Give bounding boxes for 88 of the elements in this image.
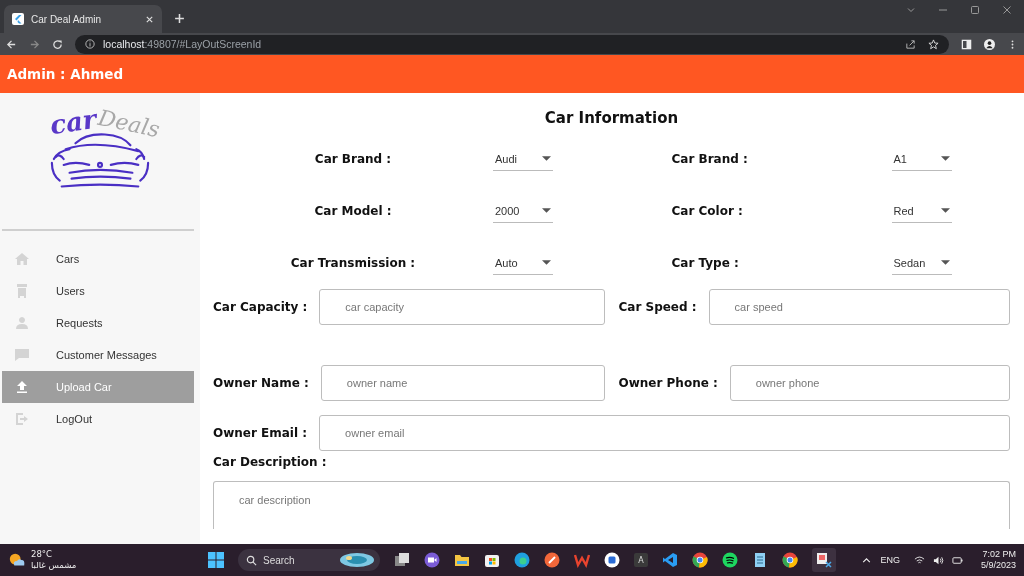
input-field[interactable]: owner email xyxy=(319,415,1010,451)
new-tab-icon[interactable] xyxy=(174,13,185,24)
input-field[interactable]: car description xyxy=(213,481,1010,529)
sidebar-icon[interactable] xyxy=(961,38,972,50)
battery-icon[interactable] xyxy=(951,554,963,566)
forward-icon[interactable] xyxy=(29,38,40,50)
dropdown[interactable]: Auto xyxy=(493,251,553,275)
search-field[interactable]: Search xyxy=(238,549,380,571)
app-title: Admin : Ahmed xyxy=(7,66,124,82)
island-drawing xyxy=(338,552,376,568)
clock-time: 7:02 PM xyxy=(982,549,1016,560)
music-icon[interactable] xyxy=(722,552,738,568)
store-icon[interactable] xyxy=(484,552,500,568)
form-title: Car Information xyxy=(543,109,680,129)
dropdown[interactable]: A1 xyxy=(891,147,952,171)
search-icon xyxy=(246,554,257,566)
input-field[interactable]: owner phone xyxy=(729,365,1010,401)
input-field[interactable]: car speed xyxy=(708,289,1010,325)
sidebar-item[interactable]: Customer Messages xyxy=(2,339,194,371)
browser-icon[interactable] xyxy=(514,552,530,568)
field-label: Car Transmission : xyxy=(289,256,417,270)
language-indicator[interactable]: ENG xyxy=(880,555,900,565)
code-editor-icon[interactable] xyxy=(662,552,678,568)
field-label: Car Type : xyxy=(670,256,740,270)
browser-tab[interactable]: Car Deal Admin xyxy=(4,5,162,33)
pen-icon[interactable] xyxy=(544,552,560,568)
logo-word: Deals xyxy=(96,104,163,143)
field-label: Owner Name : xyxy=(213,376,309,390)
temperature: 28°C xyxy=(31,549,53,560)
logout-icon xyxy=(14,411,30,427)
input-field[interactable]: owner name xyxy=(320,365,605,401)
field-label: Car Speed : xyxy=(618,300,697,314)
snipping-tool-icon[interactable] xyxy=(812,548,836,572)
home-icon xyxy=(14,251,30,267)
app-icon[interactable]: A xyxy=(634,553,648,567)
flutter-icon xyxy=(12,13,24,25)
task-view-icon[interactable] xyxy=(394,552,410,568)
close-icon[interactable] xyxy=(1002,5,1012,15)
dropdown[interactable]: 2000 xyxy=(493,199,553,223)
weather-text: مشمس غالبا xyxy=(31,560,77,571)
sidebar-item[interactable]: Users xyxy=(2,275,194,307)
input-field[interactable]: car capacity xyxy=(319,289,605,325)
maximize-icon[interactable] xyxy=(970,5,980,15)
upload-icon xyxy=(14,379,30,395)
caret-icon xyxy=(542,260,551,265)
wifi-icon[interactable] xyxy=(913,554,925,566)
share-icon[interactable] xyxy=(905,38,916,50)
sidebar-item[interactable]: Cars xyxy=(2,243,194,275)
field-label: Car Brand : xyxy=(313,152,393,166)
sidebar-item[interactable]: LogOut xyxy=(2,403,194,435)
video-call-icon[interactable] xyxy=(424,552,440,568)
back-icon[interactable] xyxy=(6,38,17,50)
field-label: Car Capacity : xyxy=(213,300,308,314)
dropdown[interactable]: Red xyxy=(891,199,952,223)
caret-icon xyxy=(542,208,551,213)
chat-icon xyxy=(14,347,30,363)
field-label: Car Description : xyxy=(213,455,328,469)
chrome-icon[interactable] xyxy=(782,552,798,568)
profile-icon[interactable] xyxy=(984,38,995,50)
start-icon[interactable] xyxy=(208,552,224,568)
app-icon[interactable] xyxy=(604,552,620,568)
caret-icon xyxy=(940,260,950,265)
reload-icon[interactable] xyxy=(52,38,63,50)
field-label: Car Brand : xyxy=(670,152,749,166)
clipboard-icon xyxy=(14,283,30,299)
field-label: Car Model : xyxy=(313,204,393,218)
office-icon[interactable] xyxy=(574,552,590,568)
tab-title: Car Deal Admin xyxy=(31,13,103,25)
field-label: Owner Phone : xyxy=(618,376,718,390)
caret-icon xyxy=(542,156,551,161)
field-label: Owner Email : xyxy=(213,426,308,440)
sidebar-item[interactable]: Requests xyxy=(2,307,194,339)
clock-date: 5/9/2023 xyxy=(980,560,1016,571)
notepad-icon[interactable] xyxy=(752,552,768,568)
caret-icon xyxy=(940,156,950,161)
speaker-icon[interactable] xyxy=(932,554,944,566)
field-label: Car Color : xyxy=(670,204,744,218)
url-text: localhost:49807/#LayOutScreenId xyxy=(103,38,262,50)
folder-icon[interactable] xyxy=(454,552,470,568)
star-icon[interactable] xyxy=(928,38,939,50)
dropdown[interactable]: Audi xyxy=(493,147,553,171)
person-icon xyxy=(14,315,30,331)
address-bar[interactable]: localhost:49807/#LayOutScreenId xyxy=(75,34,949,54)
logo-word: car xyxy=(47,103,98,141)
chrome-icon[interactable] xyxy=(692,552,708,568)
dropdown[interactable]: Sedan xyxy=(891,251,952,275)
caret-icon xyxy=(940,208,950,213)
info-icon xyxy=(85,39,95,49)
